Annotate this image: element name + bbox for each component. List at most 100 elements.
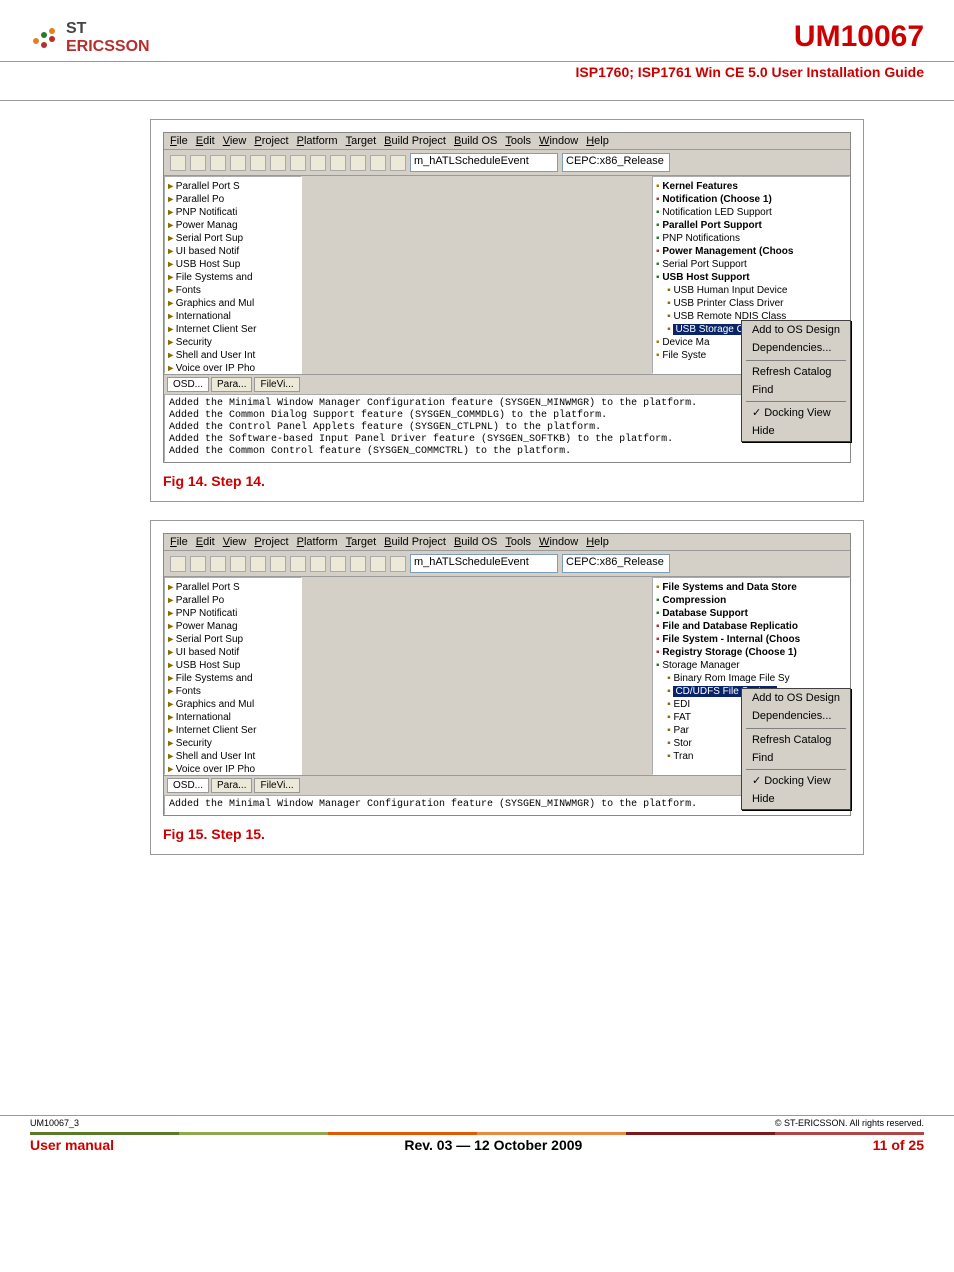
- context-menu-item[interactable]: Hide: [742, 790, 850, 808]
- tab[interactable]: Para...: [211, 778, 252, 793]
- project-tree[interactable]: ▸ Parallel Port S▸ Parallel Po▸ PNP Noti…: [164, 577, 302, 775]
- catalog-item[interactable]: ▪ Serial Port Support: [656, 258, 846, 271]
- build-config-combo[interactable]: CEPC:x86_Release: [562, 554, 670, 573]
- redo-icon[interactable]: [310, 556, 326, 572]
- menu-item[interactable]: Project: [254, 536, 288, 548]
- tree-item[interactable]: ▸ Security: [168, 336, 298, 349]
- context-menu-item[interactable]: Dependencies...: [742, 707, 850, 725]
- menu-item[interactable]: Build Project: [384, 135, 446, 147]
- redo-icon[interactable]: [310, 155, 326, 171]
- tree-item[interactable]: ▸ PNP Notificati: [168, 206, 298, 219]
- catalog-item[interactable]: ▪ Storage Manager: [656, 659, 846, 672]
- menu-item[interactable]: Platform: [297, 536, 338, 548]
- menu-item[interactable]: Edit: [196, 536, 215, 548]
- tree-item[interactable]: ▸ Voice over IP Pho: [168, 763, 298, 775]
- catalog-item[interactable]: ▪ Database Support: [656, 607, 846, 620]
- context-menu-item[interactable]: Find: [742, 381, 850, 399]
- event-combo[interactable]: m_hATLScheduleEvent: [410, 554, 558, 573]
- btn-icon[interactable]: [350, 155, 366, 171]
- catalog-item[interactable]: ▪ Registry Storage (Choose 1): [656, 646, 846, 659]
- menu-item[interactable]: Help: [586, 536, 609, 548]
- tree-item[interactable]: ▸ USB Host Sup: [168, 258, 298, 271]
- catalog-item[interactable]: ▪ USB Printer Class Driver: [656, 297, 846, 310]
- save-icon[interactable]: [210, 556, 226, 572]
- menu-item[interactable]: Target: [346, 536, 377, 548]
- tab[interactable]: OSD...: [167, 377, 209, 392]
- menu-item[interactable]: Tools: [505, 536, 531, 548]
- btn-icon[interactable]: [350, 556, 366, 572]
- new-icon[interactable]: [170, 155, 186, 171]
- menu-bar[interactable]: FileEditViewProjectPlatformTargetBuild P…: [164, 133, 850, 150]
- tree-item[interactable]: ▸ USB Host Sup: [168, 659, 298, 672]
- paste-icon[interactable]: [270, 556, 286, 572]
- context-menu[interactable]: Add to OS DesignDependencies... Refresh C…: [741, 688, 851, 810]
- menu-item[interactable]: Build OS: [454, 536, 497, 548]
- tree-item[interactable]: ▸ Shell and User Int: [168, 750, 298, 763]
- catalog-item[interactable]: ▪ USB Human Input Device: [656, 284, 846, 297]
- catalog-item[interactable]: ▪ Binary Rom Image File Sy: [656, 672, 846, 685]
- tree-item[interactable]: ▸ Parallel Port S: [168, 581, 298, 594]
- menu-item[interactable]: Tools: [505, 135, 531, 147]
- tree-item[interactable]: ▸ File Systems and: [168, 672, 298, 685]
- context-menu-item[interactable]: Find: [742, 749, 850, 767]
- catalog-item[interactable]: ▪ Parallel Port Support: [656, 219, 846, 232]
- catalog-item[interactable]: ▪ File System - Internal (Choos: [656, 633, 846, 646]
- menu-item[interactable]: Edit: [196, 135, 215, 147]
- tree-item[interactable]: ▸ Fonts: [168, 284, 298, 297]
- catalog-item[interactable]: ▪ Notification LED Support: [656, 206, 846, 219]
- context-menu-item[interactable]: Hide: [742, 422, 850, 440]
- undo-icon[interactable]: [290, 155, 306, 171]
- menu-item[interactable]: File: [170, 536, 188, 548]
- copy-icon[interactable]: [250, 155, 266, 171]
- menu-item[interactable]: File: [170, 135, 188, 147]
- tab[interactable]: FileVi...: [254, 778, 299, 793]
- project-tree[interactable]: ▸ Parallel Port S▸ Parallel Po▸ PNP Noti…: [164, 176, 302, 374]
- menu-item[interactable]: Build Project: [384, 536, 446, 548]
- btn-icon[interactable]: [370, 155, 386, 171]
- copy-icon[interactable]: [250, 556, 266, 572]
- tree-item[interactable]: ▸ Fonts: [168, 685, 298, 698]
- cut-icon[interactable]: [230, 155, 246, 171]
- btn-icon[interactable]: [390, 556, 406, 572]
- catalog-tree[interactable]: ▪ File Systems and Data Store▪ Compressi…: [652, 577, 850, 775]
- context-menu-item[interactable]: Refresh Catalog: [742, 731, 850, 749]
- catalog-item[interactable]: ▪ Kernel Features: [656, 180, 846, 193]
- tree-item[interactable]: ▸ File Systems and: [168, 271, 298, 284]
- menu-item[interactable]: View: [223, 135, 247, 147]
- menu-bar[interactable]: FileEditViewProjectPlatformTargetBuild P…: [164, 534, 850, 551]
- context-menu-item[interactable]: Docking View: [742, 772, 850, 790]
- catalog-item[interactable]: ▪ File Systems and Data Store: [656, 581, 846, 594]
- catalog-tree[interactable]: ▪ Kernel Features▪ Notification (Choose …: [652, 176, 850, 374]
- tree-item[interactable]: ▸ UI based Notif: [168, 245, 298, 258]
- tree-item[interactable]: ▸ Parallel Po: [168, 193, 298, 206]
- tree-item[interactable]: ▸ Graphics and Mul: [168, 698, 298, 711]
- context-menu-item[interactable]: Refresh Catalog: [742, 363, 850, 381]
- tree-item[interactable]: ▸ Voice over IP Pho: [168, 362, 298, 374]
- menu-item[interactable]: Build OS: [454, 135, 497, 147]
- menu-item[interactable]: Target: [346, 135, 377, 147]
- new-icon[interactable]: [170, 556, 186, 572]
- tree-item[interactable]: ▸ UI based Notif: [168, 646, 298, 659]
- menu-item[interactable]: Help: [586, 135, 609, 147]
- btn-icon[interactable]: [390, 155, 406, 171]
- paste-icon[interactable]: [270, 155, 286, 171]
- tree-item[interactable]: ▸ Serial Port Sup: [168, 232, 298, 245]
- tree-item[interactable]: ▸ International: [168, 310, 298, 323]
- undo-icon[interactable]: [290, 556, 306, 572]
- context-menu-item[interactable]: Add to OS Design: [742, 689, 850, 707]
- menu-item[interactable]: Project: [254, 135, 288, 147]
- open-icon[interactable]: [190, 155, 206, 171]
- save-icon[interactable]: [210, 155, 226, 171]
- catalog-item[interactable]: ▪ PNP Notifications: [656, 232, 846, 245]
- tree-item[interactable]: ▸ Power Manag: [168, 620, 298, 633]
- catalog-item[interactable]: ▪ File and Database Replicatio: [656, 620, 846, 633]
- tab[interactable]: FileVi...: [254, 377, 299, 392]
- btn-icon[interactable]: [330, 556, 346, 572]
- context-menu-item[interactable]: Dependencies...: [742, 339, 850, 357]
- tree-item[interactable]: ▸ International: [168, 711, 298, 724]
- context-menu-item[interactable]: Add to OS Design: [742, 321, 850, 339]
- tab[interactable]: Para...: [211, 377, 252, 392]
- menu-item[interactable]: Window: [539, 536, 578, 548]
- tree-item[interactable]: ▸ Graphics and Mul: [168, 297, 298, 310]
- tab[interactable]: OSD...: [167, 778, 209, 793]
